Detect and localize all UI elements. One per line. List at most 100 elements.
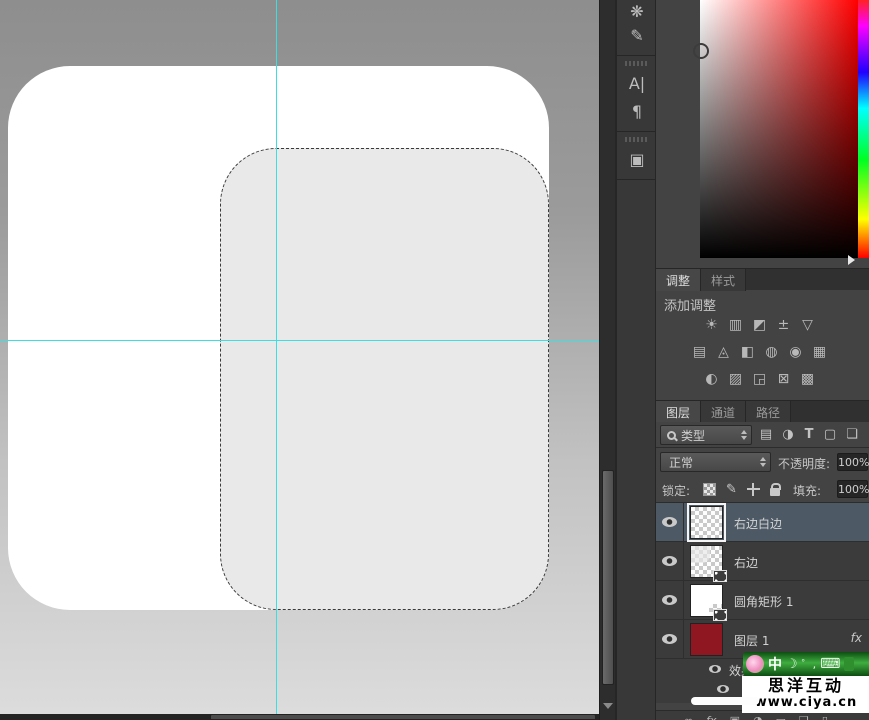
dock-grip[interactable]	[625, 137, 647, 142]
new-adjustment-layer-icon[interactable]: ◑	[753, 714, 763, 720]
lock-all-icon[interactable]	[770, 488, 780, 496]
dropdown-arrows-icon	[741, 430, 747, 440]
layer-name[interactable]: 右边白边	[734, 515, 782, 532]
exposure-icon[interactable]: ±	[774, 316, 793, 335]
document-canvas[interactable]	[0, 0, 599, 714]
filter-pixel-layers-icon[interactable]: ▤	[756, 425, 776, 445]
layer-style-icon[interactable]: fx	[706, 714, 716, 720]
ime-menu-icon[interactable]	[844, 657, 854, 671]
selective-color-icon[interactable]: ▩	[798, 370, 817, 389]
tab-layers[interactable]: 图层	[656, 401, 701, 423]
lock-position-icon[interactable]	[747, 483, 760, 496]
brush-presets-panel-icon[interactable]: ✎	[617, 21, 657, 49]
lock-image-pixels-icon[interactable]: ✎	[726, 482, 737, 497]
ime-fullhalf-moon-icon[interactable]: ☽	[786, 657, 798, 672]
keyboard-icon[interactable]: ⌨	[820, 656, 840, 672]
black-white-icon[interactable]: ◧	[738, 343, 757, 362]
blend-mode-value: 正常	[669, 454, 693, 471]
vibrance-icon[interactable]: ▽	[798, 316, 817, 335]
tab-paths[interactable]: 路径	[746, 401, 791, 423]
visibility-toggle[interactable]	[656, 581, 684, 619]
channel-mixer-icon[interactable]: ◉	[786, 343, 805, 362]
layer-style-fx-badge[interactable]: fx	[851, 631, 862, 645]
delete-layer-icon[interactable]: ▯	[822, 714, 828, 720]
ime-language-toggle[interactable]: 中	[768, 654, 782, 674]
visibility-toggle[interactable]	[656, 620, 684, 658]
mixer-brush-panel-icon[interactable]: ❋	[617, 3, 657, 21]
horizontal-scrollbar-thumb[interactable]	[210, 714, 596, 720]
vertical-scrollbar[interactable]	[599, 0, 615, 720]
lock-label: 锁定:	[662, 482, 690, 499]
dropdown-arrows-icon	[760, 457, 766, 467]
posterize-icon[interactable]: ▨	[726, 370, 745, 389]
blend-mode-dropdown[interactable]: 正常	[660, 452, 771, 472]
layer-thumbnail[interactable]	[690, 506, 723, 539]
lock-row: 锁定: ✎ 填充: 100%	[656, 476, 869, 503]
layer-filter-type-dropdown[interactable]: 类型	[660, 425, 752, 445]
panel-dock: ❋ ✎ A| ¶ ▣	[615, 0, 655, 720]
layer-name[interactable]: 圆角矩形 1	[734, 593, 793, 610]
layer-thumbnail[interactable]	[690, 584, 723, 617]
filter-shape-layers-icon[interactable]: ▢	[820, 425, 840, 445]
layer-mask-icon[interactable]: ▣	[730, 714, 740, 720]
levels-icon[interactable]: ▥	[726, 316, 745, 335]
opacity-value[interactable]: 100%	[837, 453, 868, 471]
adjustment-icons-row1: ☀ ▥ ◩ ± ▽	[702, 316, 817, 336]
new-layer-icon[interactable]: ❏	[799, 714, 809, 720]
dock-grip[interactable]	[625, 61, 647, 66]
vertical-scrollbar-thumb[interactable]	[602, 470, 614, 685]
tab-styles[interactable]: 样式	[701, 269, 746, 291]
search-icon	[667, 431, 676, 440]
fill-value[interactable]: 100%	[837, 480, 868, 498]
eye-icon	[662, 595, 677, 605]
color-lookup-icon[interactable]: ▦	[810, 343, 829, 362]
visibility-toggle[interactable]	[656, 503, 684, 541]
adjustment-icons-row3: ◐ ▨ ◲ ⊠ ▩	[702, 370, 817, 390]
visibility-toggle[interactable]	[656, 542, 684, 580]
filter-adjustment-layers-icon[interactable]: ◑	[778, 425, 798, 445]
add-adjustment-label: 添加调整	[664, 295, 716, 314]
adjustment-icons-row2: ▤ ◬ ◧ ◍ ◉ ▦	[690, 343, 829, 363]
scrollbar-down-arrow-icon[interactable]	[603, 703, 613, 709]
gradient-map-icon[interactable]: ⊠	[774, 370, 793, 389]
horizontal-scrollbar[interactable]	[0, 714, 599, 720]
watermark-url: www.ciya.cn	[742, 696, 869, 710]
ime-status-bar[interactable]: 中 ☽ ゜, ⌨	[743, 652, 869, 676]
curves-icon[interactable]: ◩	[750, 316, 769, 335]
layer-thumbnail[interactable]	[690, 623, 723, 656]
ime-flower-icon	[746, 655, 764, 673]
color-field-marker[interactable]	[693, 43, 709, 59]
tab-channels[interactable]: 通道	[701, 401, 746, 423]
3d-panel-icon[interactable]: ▣	[617, 145, 657, 173]
lock-transparent-pixels-icon[interactable]	[703, 483, 716, 496]
saturation-brightness-field[interactable]	[700, 0, 858, 258]
layer-thumbnail[interactable]	[690, 545, 723, 578]
invert-icon[interactable]: ◐	[702, 370, 721, 389]
color-balance-icon[interactable]: ◬	[714, 343, 733, 362]
hue-saturation-icon[interactable]: ▤	[690, 343, 709, 362]
tab-adjustments[interactable]: 调整	[656, 269, 701, 291]
eye-icon	[662, 517, 677, 527]
character-panel-icon[interactable]: A|	[617, 69, 657, 97]
guide-horizontal[interactable]	[0, 340, 599, 341]
hue-slider[interactable]	[858, 0, 869, 258]
paragraph-panel-icon[interactable]: ¶	[617, 97, 657, 125]
filter-type-layers-icon[interactable]: T	[799, 425, 819, 445]
ime-punctuation-toggle[interactable]: ゜,	[802, 656, 817, 672]
photo-filter-icon[interactable]: ◍	[762, 343, 781, 362]
hue-slider-marker[interactable]	[848, 255, 855, 265]
eye-icon[interactable]	[717, 685, 729, 693]
link-layers-icon[interactable]: ∞	[684, 714, 693, 720]
new-group-icon[interactable]: ▭	[776, 714, 786, 720]
layer-name[interactable]: 右边	[734, 554, 758, 571]
layer-row-youbianbaibian[interactable]: 右边白边	[656, 503, 869, 542]
layer-name[interactable]: 图层 1	[734, 632, 769, 649]
filter-smart-objects-icon[interactable]: ❏	[842, 425, 862, 445]
layer-row-yuanjiaojuxing[interactable]: 圆角矩形 1	[656, 581, 869, 620]
eye-icon	[662, 634, 677, 644]
threshold-icon[interactable]: ◲	[750, 370, 769, 389]
brightness-contrast-icon[interactable]: ☀	[702, 316, 721, 335]
eye-icon[interactable]	[709, 665, 721, 673]
layer-row-youbian[interactable]: 右边	[656, 542, 869, 581]
guide-vertical[interactable]	[276, 0, 277, 714]
